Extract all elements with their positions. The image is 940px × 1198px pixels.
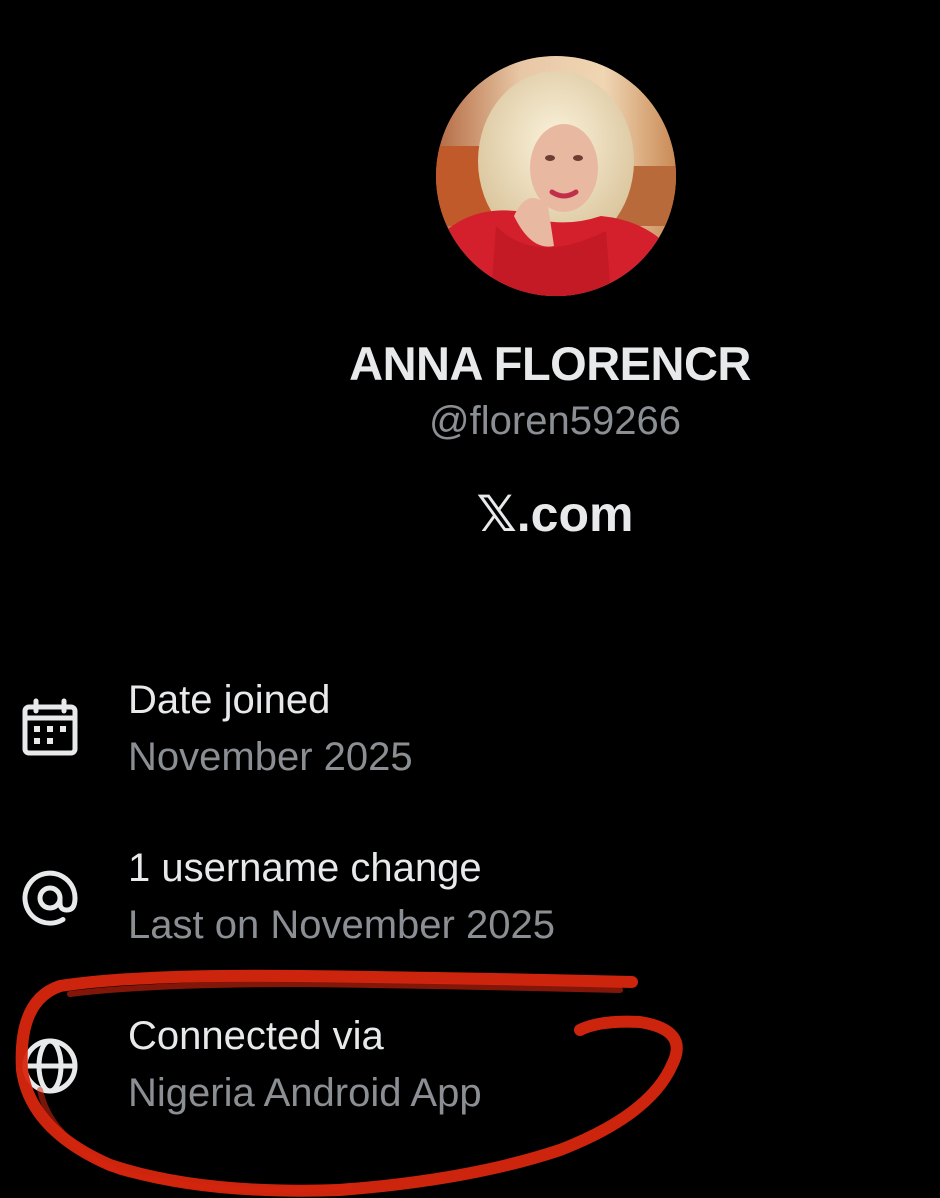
avatar-photo [436, 56, 676, 296]
calendar-icon [18, 698, 82, 762]
username-change-label: 1 username change [128, 846, 482, 890]
date-joined-label: Date joined [128, 678, 331, 722]
profile-avatar[interactable] [436, 56, 676, 296]
connected-via-label: Connected via [128, 1014, 384, 1058]
platform-label: 𝕏.com [476, 486, 634, 542]
profile-handle[interactable]: @floren59266 [300, 396, 810, 446]
at-sign-icon [18, 866, 82, 930]
connected-via-row: Connected via Nigeria Android App [0, 1012, 940, 1132]
profile-display-name: ANNA FLORENCR [349, 337, 751, 390]
connected-via-value: Nigeria Android App [128, 1071, 482, 1115]
date-joined-row: Date joined November 2025 [0, 676, 940, 796]
globe-icon [18, 1034, 82, 1098]
username-change-value: Last on November 2025 [128, 903, 555, 947]
username-change-row: 1 username change Last on November 2025 [0, 844, 940, 964]
date-joined-value: November 2025 [128, 735, 413, 779]
